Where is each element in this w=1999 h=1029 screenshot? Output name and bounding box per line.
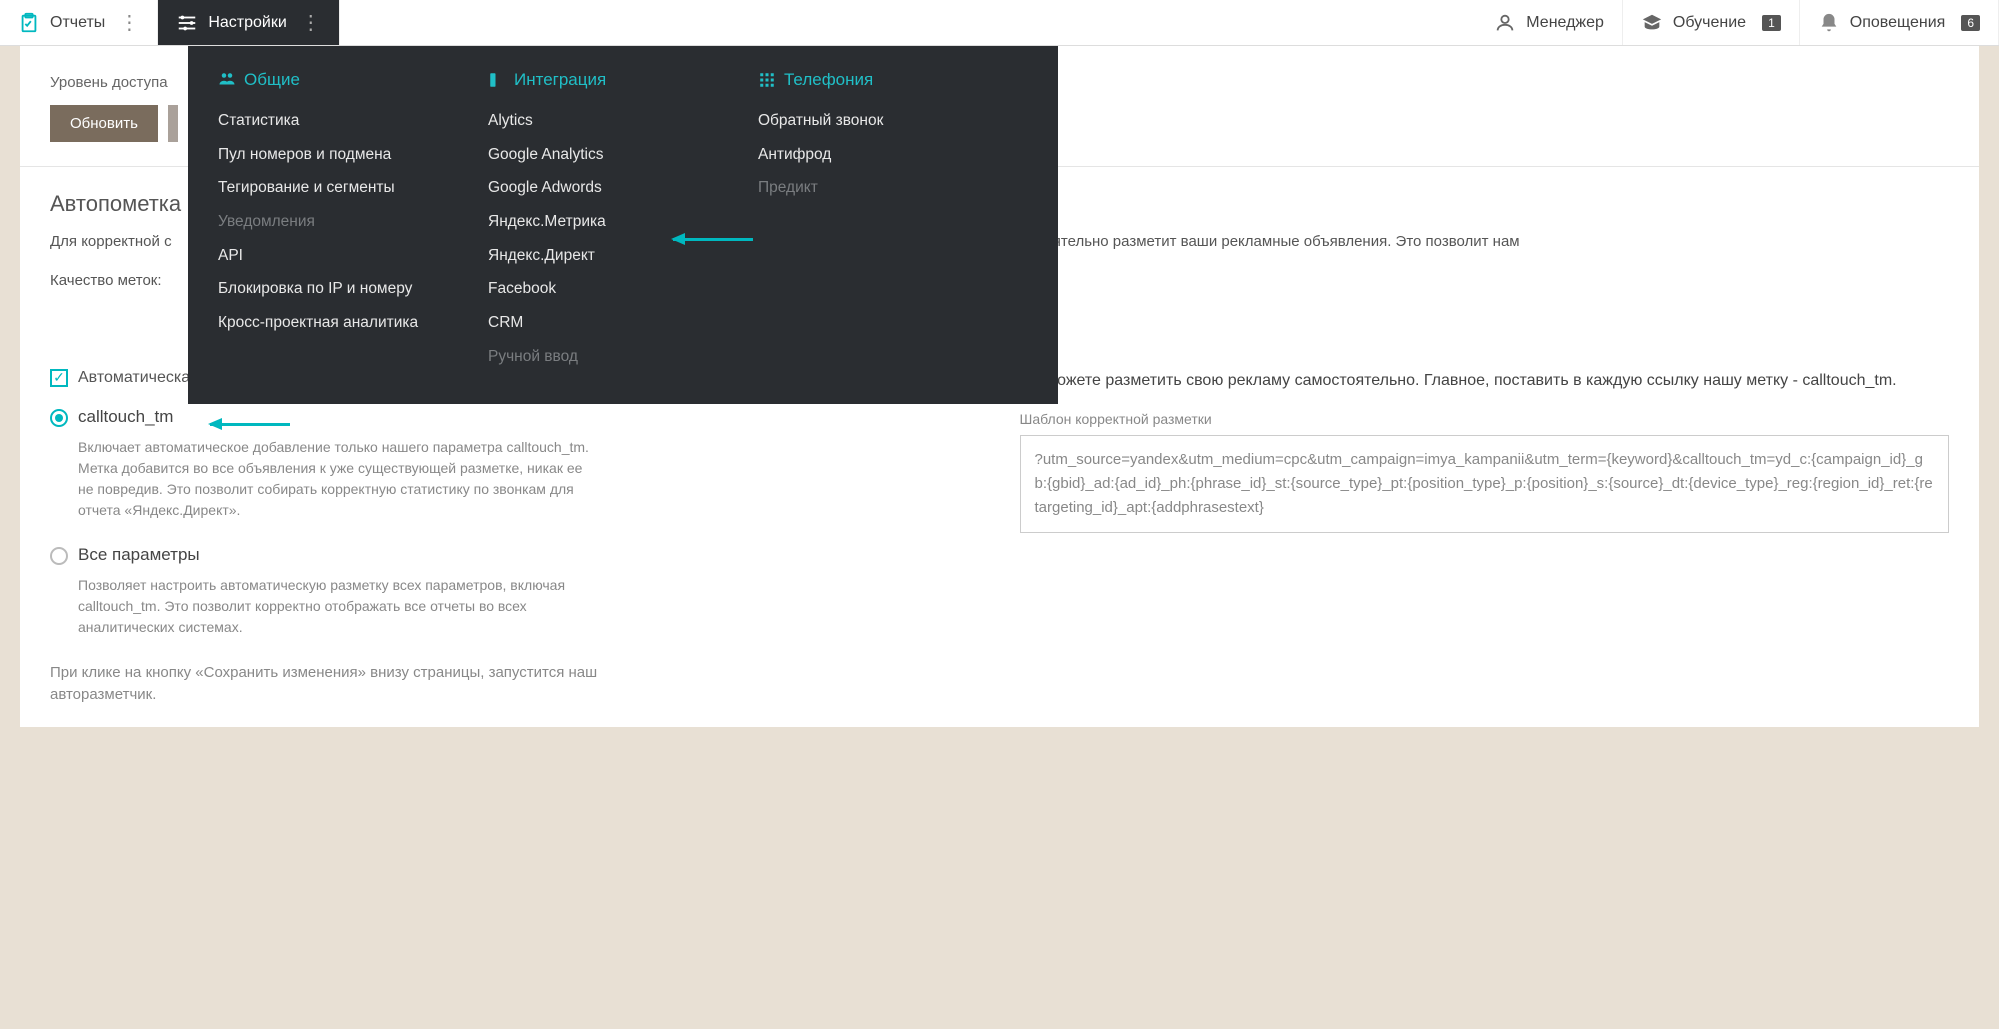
dropdown-heading-telephony: Телефония: [758, 70, 1008, 90]
dropdown-heading-general: Общие: [218, 70, 468, 90]
tab-manager-label: Менеджер: [1526, 14, 1604, 32]
dropdown-heading-integration: Интеграция: [488, 70, 738, 90]
tab-settings-label: Настройки: [208, 14, 286, 32]
dropdown-item[interactable]: Статистика: [218, 104, 468, 138]
sliders-icon: [176, 12, 198, 34]
bell-icon: [1818, 12, 1840, 34]
radio-calltouch-desc: Включает автоматическое добавление тольк…: [78, 437, 598, 521]
radio-calltouch-block: calltouch_tm Включает автоматическое доб…: [50, 407, 980, 521]
radio-allparams-label: Все параметры: [78, 545, 980, 565]
tab-reports[interactable]: Отчеты ⋮: [0, 0, 158, 45]
dropdown-item[interactable]: Google Adwords: [488, 171, 738, 205]
dropdown-item: Уведомления: [218, 205, 468, 239]
settings-dropdown: Общие СтатистикаПул номеров и подменаТег…: [188, 46, 1058, 404]
topbar-left: Отчеты ⋮ Настройки ⋮: [0, 0, 340, 45]
template-label: Шаблон корректной разметки: [1020, 411, 1950, 427]
save-note: При клике на кнопку «Сохранить изменения…: [50, 662, 670, 707]
dropdown-item[interactable]: Facebook: [488, 272, 738, 306]
radio-allparams-desc: Позволяет настроить автоматическую разме…: [78, 575, 598, 638]
dropdown-item[interactable]: API: [218, 239, 468, 273]
more-icon[interactable]: ⋮: [301, 10, 321, 35]
dropdown-item[interactable]: Кросс-проектная аналитика: [218, 306, 468, 340]
dropdown-item[interactable]: Alytics: [488, 104, 738, 138]
tab-notifications-label: Оповещения: [1850, 14, 1946, 32]
dropdown-item[interactable]: Блокировка по IP и номеру: [218, 272, 468, 306]
clipboard-icon: [18, 12, 40, 34]
tab-training-label: Обучение: [1673, 14, 1746, 32]
arrow-annotation: [210, 423, 290, 426]
dropdown-item: Ручной ввод: [488, 340, 738, 374]
person-icon: [1494, 12, 1516, 34]
graduation-icon: [1641, 12, 1663, 34]
more-icon[interactable]: ⋮: [119, 10, 139, 35]
dropdown-item[interactable]: Яндекс.Метрика: [488, 205, 738, 239]
dropdown-item[interactable]: Google Analytics: [488, 138, 738, 172]
auto-markup-checkbox[interactable]: ✓: [50, 369, 68, 387]
topbar-right: Менеджер Обучение 1 Оповещения 6: [1476, 0, 1999, 45]
dropdown-item[interactable]: Пул номеров и подмена: [218, 138, 468, 172]
radio-allparams[interactable]: [50, 547, 68, 565]
dropdown-col-general: Общие СтатистикаПул номеров и подменаТег…: [218, 70, 488, 374]
dropdown-col-telephony: Телефония Обратный звонокАнтифродПредикт: [758, 70, 1028, 374]
right-column: Вы можете разметить свою рекламу самосто…: [1020, 369, 1950, 707]
left-column: ✓ Автоматическая разметка calltouch_tm В…: [50, 369, 980, 707]
arrow-annotation: [673, 238, 753, 241]
radio-allparams-block: Все параметры Позволяет настроить автома…: [50, 545, 980, 638]
radio-calltouch[interactable]: [50, 409, 68, 427]
tab-training[interactable]: Обучение 1: [1623, 0, 1800, 45]
secondary-button-edge[interactable]: [168, 105, 178, 142]
right-description: Вы можете разметить свою рекламу самосто…: [1020, 369, 1950, 393]
topbar: Отчеты ⋮ Настройки ⋮ Менеджер Обучение 1: [0, 0, 1999, 46]
tab-reports-label: Отчеты: [50, 14, 105, 32]
dropdown-item: Предикт: [758, 171, 1008, 205]
tab-manager[interactable]: Менеджер: [1476, 0, 1623, 45]
tab-notifications[interactable]: Оповещения 6: [1800, 0, 1999, 45]
template-box[interactable]: ?utm_source=yandex&utm_medium=cpc&utm_ca…: [1020, 435, 1950, 533]
dropdown-item[interactable]: Антифрод: [758, 138, 1008, 172]
notifications-badge: 6: [1961, 15, 1980, 31]
dropdown-item[interactable]: Обратный звонок: [758, 104, 1008, 138]
training-badge: 1: [1762, 15, 1781, 31]
dropdown-item[interactable]: Яндекс.Директ: [488, 239, 738, 273]
update-button[interactable]: Обновить: [50, 105, 158, 142]
tab-settings[interactable]: Настройки ⋮: [158, 0, 339, 45]
dropdown-col-integration: Интеграция AlyticsGoogle AnalyticsGoogle…: [488, 70, 758, 374]
two-column: ✓ Автоматическая разметка calltouch_tm В…: [50, 369, 1949, 707]
dropdown-item[interactable]: CRM: [488, 306, 738, 340]
dropdown-item[interactable]: Тегирование и сегменты: [218, 171, 468, 205]
